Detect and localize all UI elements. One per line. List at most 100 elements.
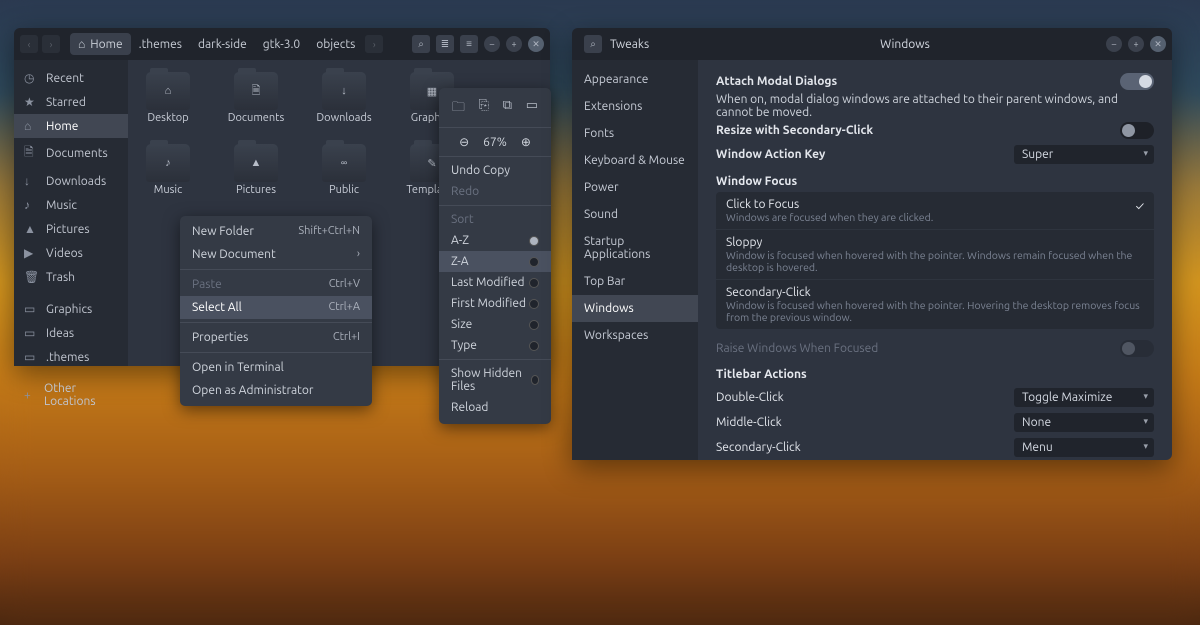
- minimize-button[interactable]: –: [484, 36, 500, 52]
- crumb-objects[interactable]: objects: [308, 34, 363, 55]
- checkbox-icon: [531, 375, 540, 385]
- sidebar-item-music[interactable]: ♪Music: [14, 193, 128, 217]
- menu-label: Size: [451, 318, 472, 331]
- zoom-in-button[interactable]: ⊕: [521, 135, 531, 149]
- crumb-themes[interactable]: .themes: [131, 34, 190, 55]
- sort-first-modified[interactable]: First Modified: [439, 293, 551, 314]
- menu-reload[interactable]: Reload: [439, 397, 551, 418]
- close-button[interactable]: ✕: [528, 36, 544, 52]
- setting-raise-windows: Raise Windows When Focused: [716, 342, 1120, 355]
- crumb-gtk[interactable]: gtk-3.0: [255, 34, 308, 55]
- menu-properties[interactable]: PropertiesCtrl+I: [180, 326, 372, 349]
- tab-keyboard-mouse[interactable]: Keyboard & Mouse: [572, 147, 698, 174]
- menu-open-terminal[interactable]: Open in Terminal: [180, 356, 372, 379]
- nav-back-button[interactable]: ‹: [20, 35, 38, 53]
- sidebar-item-downloads[interactable]: ↓Downloads: [14, 169, 128, 193]
- folder-icon: ▭: [24, 302, 38, 316]
- menu-label: Sort: [451, 213, 474, 226]
- tab-top-bar[interactable]: Top Bar: [572, 268, 698, 295]
- menu-undo[interactable]: Undo Copy: [439, 160, 551, 181]
- zoom-out-button[interactable]: ⊖: [459, 135, 469, 149]
- focus-sloppy[interactable]: Sloppy Window is focused when hovered wi…: [716, 230, 1154, 280]
- bookmark-icon[interactable]: ⎘: [479, 98, 489, 120]
- minimize-button[interactable]: –: [1106, 36, 1122, 52]
- sidebar-item-recent[interactable]: ◷Recent: [14, 66, 128, 90]
- tab-power[interactable]: Power: [572, 174, 698, 201]
- sort-az[interactable]: A-Z: [439, 230, 551, 251]
- doc-icon: 🗎: [24, 143, 38, 164]
- tab-startup[interactable]: Startup Applications: [572, 228, 698, 268]
- folder-pictures[interactable]: ▲Pictures: [226, 144, 286, 196]
- hamburger-button[interactable]: ≡: [460, 35, 478, 53]
- sidebar: ◷Recent ★Starred ⌂Home 🗎Documents ↓Downl…: [14, 60, 128, 366]
- sidebar-item-themes[interactable]: ▭.themes: [14, 345, 128, 369]
- image-icon: ▦: [427, 85, 437, 98]
- sidebar-item-documents[interactable]: 🗎Documents: [14, 138, 128, 169]
- tab-windows[interactable]: Windows: [572, 295, 698, 322]
- sidebar-label: Recent: [46, 72, 84, 85]
- new-folder-icon[interactable]: 🗀: [452, 98, 465, 120]
- sort-type[interactable]: Type: [439, 335, 551, 356]
- folder-public[interactable]: ∞Public: [314, 144, 374, 196]
- sidebar-item-pictures[interactable]: ▲Pictures: [14, 217, 128, 241]
- sort-za[interactable]: Z-A: [439, 251, 551, 272]
- setting-action-key: Window Action Key: [716, 148, 1014, 161]
- sidebar-item-home[interactable]: ⌂Home: [14, 114, 128, 138]
- folder-music[interactable]: ♪Music: [138, 144, 198, 196]
- sidebar-item-videos[interactable]: ▶Videos: [14, 241, 128, 265]
- combo-double-click[interactable]: Toggle Maximize: [1014, 388, 1154, 407]
- folder-desktop[interactable]: ⌂Desktop: [138, 72, 198, 124]
- radio-on-icon: [529, 236, 539, 246]
- new-window-icon[interactable]: ▭: [526, 98, 538, 120]
- new-tab-icon[interactable]: ⧉: [503, 98, 512, 120]
- tab-workspaces[interactable]: Workspaces: [572, 322, 698, 349]
- tab-appearance[interactable]: Appearance: [572, 66, 698, 93]
- menu-shortcut: Shift+Ctrl+N: [298, 225, 360, 238]
- section-window-focus: Window Focus: [716, 175, 1154, 188]
- menu-label: New Folder: [192, 225, 254, 238]
- menu-select-all[interactable]: Select AllCtrl+A: [180, 296, 372, 319]
- crumb-darkside[interactable]: dark-side: [190, 34, 255, 55]
- sidebar-item-other-locations[interactable]: +Other Locations: [14, 377, 128, 413]
- menu-show-hidden[interactable]: Show Hidden Files: [439, 363, 551, 397]
- sidebar-label: Graphics: [46, 303, 92, 316]
- close-button[interactable]: ✕: [1150, 36, 1166, 52]
- zoom-level: 67%: [483, 136, 507, 149]
- sort-size[interactable]: Size: [439, 314, 551, 335]
- sidebar-item-graphics[interactable]: ▭ Graphics: [14, 297, 128, 321]
- sidebar: Appearance Extensions Fonts Keyboard & M…: [572, 60, 698, 460]
- crumb-home[interactable]: ⌂ Home: [70, 33, 131, 55]
- toggle-resize-secondary[interactable]: [1120, 122, 1154, 139]
- toggle-attach-dialogs[interactable]: [1120, 73, 1154, 90]
- sidebar-label: Starred: [46, 96, 86, 109]
- nav-forward-button[interactable]: ›: [42, 35, 60, 53]
- focus-click[interactable]: Click to Focus Windows are focused when …: [716, 192, 1154, 230]
- view-list-button[interactable]: ≣: [436, 35, 454, 53]
- tab-extensions[interactable]: Extensions: [572, 93, 698, 120]
- combo-action-key[interactable]: Super: [1014, 145, 1154, 164]
- sort-last-modified[interactable]: Last Modified: [439, 272, 551, 293]
- sidebar-item-trash[interactable]: 🗑Trash: [14, 265, 128, 289]
- sidebar-item-ideas[interactable]: ▭Ideas: [14, 321, 128, 345]
- maximize-button[interactable]: +: [1128, 36, 1144, 52]
- menu-open-admin[interactable]: Open as Administrator: [180, 379, 372, 402]
- tab-fonts[interactable]: Fonts: [572, 120, 698, 147]
- menu-new-folder[interactable]: New Folder Shift+Ctrl+N: [180, 220, 372, 243]
- search-button[interactable]: ⌕: [412, 35, 430, 53]
- menu-new-document[interactable]: New Document›: [180, 243, 372, 266]
- hamburger-popover: 🗀 ⎘ ⧉ ▭ ⊖ 67% ⊕ Undo Copy Redo Sort A-Z …: [439, 88, 551, 424]
- sidebar-label: Music: [46, 199, 77, 212]
- tab-sound[interactable]: Sound: [572, 201, 698, 228]
- combo-middle-click[interactable]: None: [1014, 413, 1154, 432]
- maximize-button[interactable]: +: [506, 36, 522, 52]
- search-button[interactable]: ⌕: [584, 35, 602, 53]
- path-more-button[interactable]: ›: [365, 35, 383, 53]
- folder-downloads[interactable]: ↓Downloads: [314, 72, 374, 124]
- menu-label: Z-A: [451, 255, 469, 268]
- download-icon: ↓: [24, 174, 38, 188]
- sidebar-item-starred[interactable]: ★Starred: [14, 90, 128, 114]
- combo-secondary-click[interactable]: Menu: [1014, 438, 1154, 457]
- folder-documents[interactable]: 🗎Documents: [226, 72, 286, 124]
- titlebar: ‹ › ⌂ Home .themes dark-side gtk-3.0 obj…: [14, 28, 550, 60]
- focus-secondary[interactable]: Secondary-Click Window is focused when h…: [716, 280, 1154, 329]
